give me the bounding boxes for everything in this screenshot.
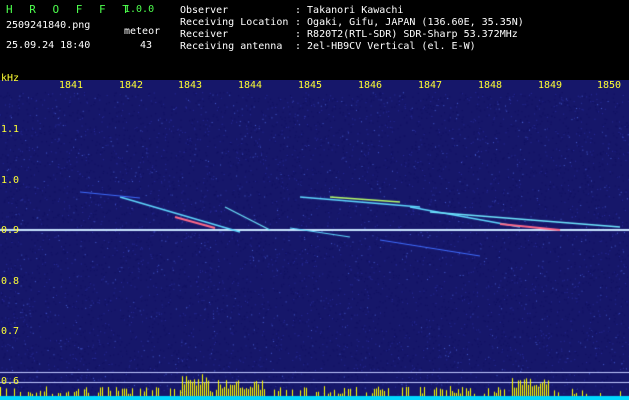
app-title: H R O F F T	[6, 3, 134, 16]
capture-datetime: 25.09.24 18:40	[6, 40, 91, 51]
x-tick-1842: 1842	[119, 80, 144, 91]
y-axis-unit: kHz	[1, 73, 20, 84]
y-tick-0-6: 0.6	[1, 376, 20, 387]
x-tick-1845: 1845	[298, 80, 323, 91]
antenna-label: Receiving antenna	[180, 41, 283, 52]
x-tick-1844: 1844	[238, 80, 263, 91]
observer-label: Observer	[180, 5, 229, 16]
app-version: 1.0.0	[124, 4, 155, 15]
x-tick-1849: 1849	[538, 80, 563, 91]
x-tick-1848: 1848	[478, 80, 503, 91]
y-tick-1-1: 1.1	[1, 124, 20, 135]
y-tick-1-0: 1.0	[1, 175, 20, 186]
antenna-value: : 2el-HB9CV Vertical (el. E-W)	[295, 41, 476, 52]
meteor-count: 43	[140, 40, 153, 51]
receiver-value: : R820T2(RTL-SDR) SDR-Sharp 53.372MHz	[295, 29, 518, 40]
header-panel: H R O F F T 1.0.0 2509241840.png meteor …	[0, 0, 629, 80]
spectrogram-canvas	[0, 80, 629, 400]
x-tick-1846: 1846	[358, 80, 383, 91]
file-name: 2509241840.png	[6, 20, 91, 31]
observer-value: : Takanori Kawachi	[295, 5, 404, 16]
x-tick-1847: 1847	[418, 80, 443, 91]
location-label: Receiving Location	[180, 17, 289, 28]
mode-label: meteor	[124, 26, 161, 37]
y-tick-0-7: 0.7	[1, 326, 20, 337]
x-tick-1841: 1841	[59, 80, 84, 91]
y-tick-0-9: 0.9	[1, 225, 20, 236]
y-tick-0-8: 0.8	[1, 276, 20, 287]
location-value: : Ogaki, Gifu, JAPAN (136.60E, 35.35N)	[295, 17, 524, 28]
x-tick-1850: 1850	[597, 80, 622, 91]
x-tick-1843: 1843	[178, 80, 203, 91]
receiver-label: Receiver	[180, 29, 229, 40]
